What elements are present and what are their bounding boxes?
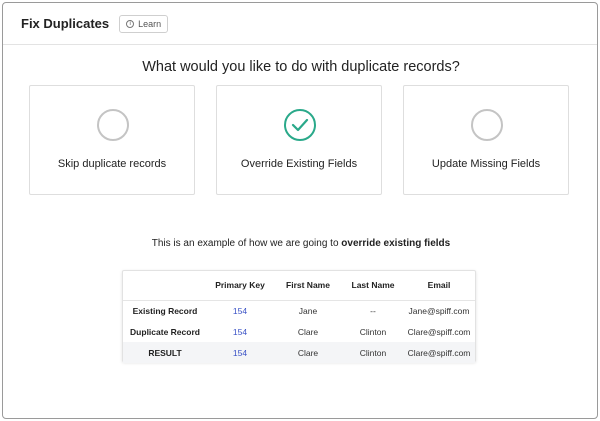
learn-button-label: Learn	[138, 18, 162, 29]
row-label: Existing Record	[132, 305, 198, 316]
column-header	[123, 271, 207, 301]
table-row: Existing Record 154 Jane -- Jane@spiff.c…	[123, 300, 475, 321]
primary-key-cell: 154	[207, 342, 273, 363]
column-header: Primary Key	[207, 271, 273, 301]
option-label: Update Missing Fields	[431, 158, 541, 170]
column-header: Email	[403, 271, 475, 301]
last-name-cell: Clinton	[359, 326, 387, 337]
table-row-result: RESULT 154 Clare Clinton Clare@spiff.com	[123, 342, 475, 363]
email-cell: Clare@spiff.com	[407, 326, 471, 337]
first-name-cell: Clare	[273, 342, 343, 363]
option-label: Override Existing Fields	[240, 158, 358, 170]
email-cell: Jane@spiff.com	[408, 305, 470, 316]
table-row: Duplicate Record 154 Clare Clinton Clare…	[123, 321, 475, 342]
question-heading: What would you like to do with duplicate…	[142, 59, 460, 75]
example-prefix: This is an example of how we are going t…	[151, 238, 342, 249]
option-update-missing[interactable]: Update Missing Fields	[403, 85, 569, 195]
info-icon: i	[126, 19, 135, 28]
option-skip-duplicates[interactable]: Skip duplicate records	[29, 85, 195, 195]
column-header: First Name	[273, 271, 343, 301]
fix-duplicates-dialog: Fix Duplicates i Learn What would you li…	[2, 2, 598, 419]
example-emphasis: override existing fields	[341, 238, 451, 249]
primary-key-cell: 154	[232, 326, 248, 337]
email-cell: Clare@spiff.com	[403, 342, 475, 363]
row-label: RESULT	[123, 342, 207, 363]
page-title: Fix Duplicates	[21, 16, 110, 31]
example-table: Primary Key First Name Last Name Email E…	[123, 271, 475, 363]
radio-circle-icon	[471, 109, 503, 141]
example-table-card: Primary Key First Name Last Name Email E…	[122, 270, 476, 363]
row-label: Duplicate Record	[130, 326, 200, 337]
first-name-cell: Clare	[297, 326, 319, 337]
check-circle-icon	[284, 109, 316, 141]
radio-circle-icon	[97, 109, 129, 141]
learn-button[interactable]: i Learn	[119, 14, 169, 33]
primary-key-cell: 154	[232, 305, 248, 316]
dialog-header: Fix Duplicates i Learn	[3, 3, 597, 45]
table-header-row: Primary Key First Name Last Name Email	[123, 271, 475, 301]
last-name-cell: --	[370, 305, 376, 316]
option-label: Skip duplicate records	[57, 158, 167, 170]
option-override-existing[interactable]: Override Existing Fields	[216, 85, 382, 195]
example-text: This is an example of how we are going t…	[3, 238, 597, 249]
column-header: Last Name	[343, 271, 403, 301]
last-name-cell: Clinton	[343, 342, 403, 363]
first-name-cell: Jane	[298, 305, 318, 316]
